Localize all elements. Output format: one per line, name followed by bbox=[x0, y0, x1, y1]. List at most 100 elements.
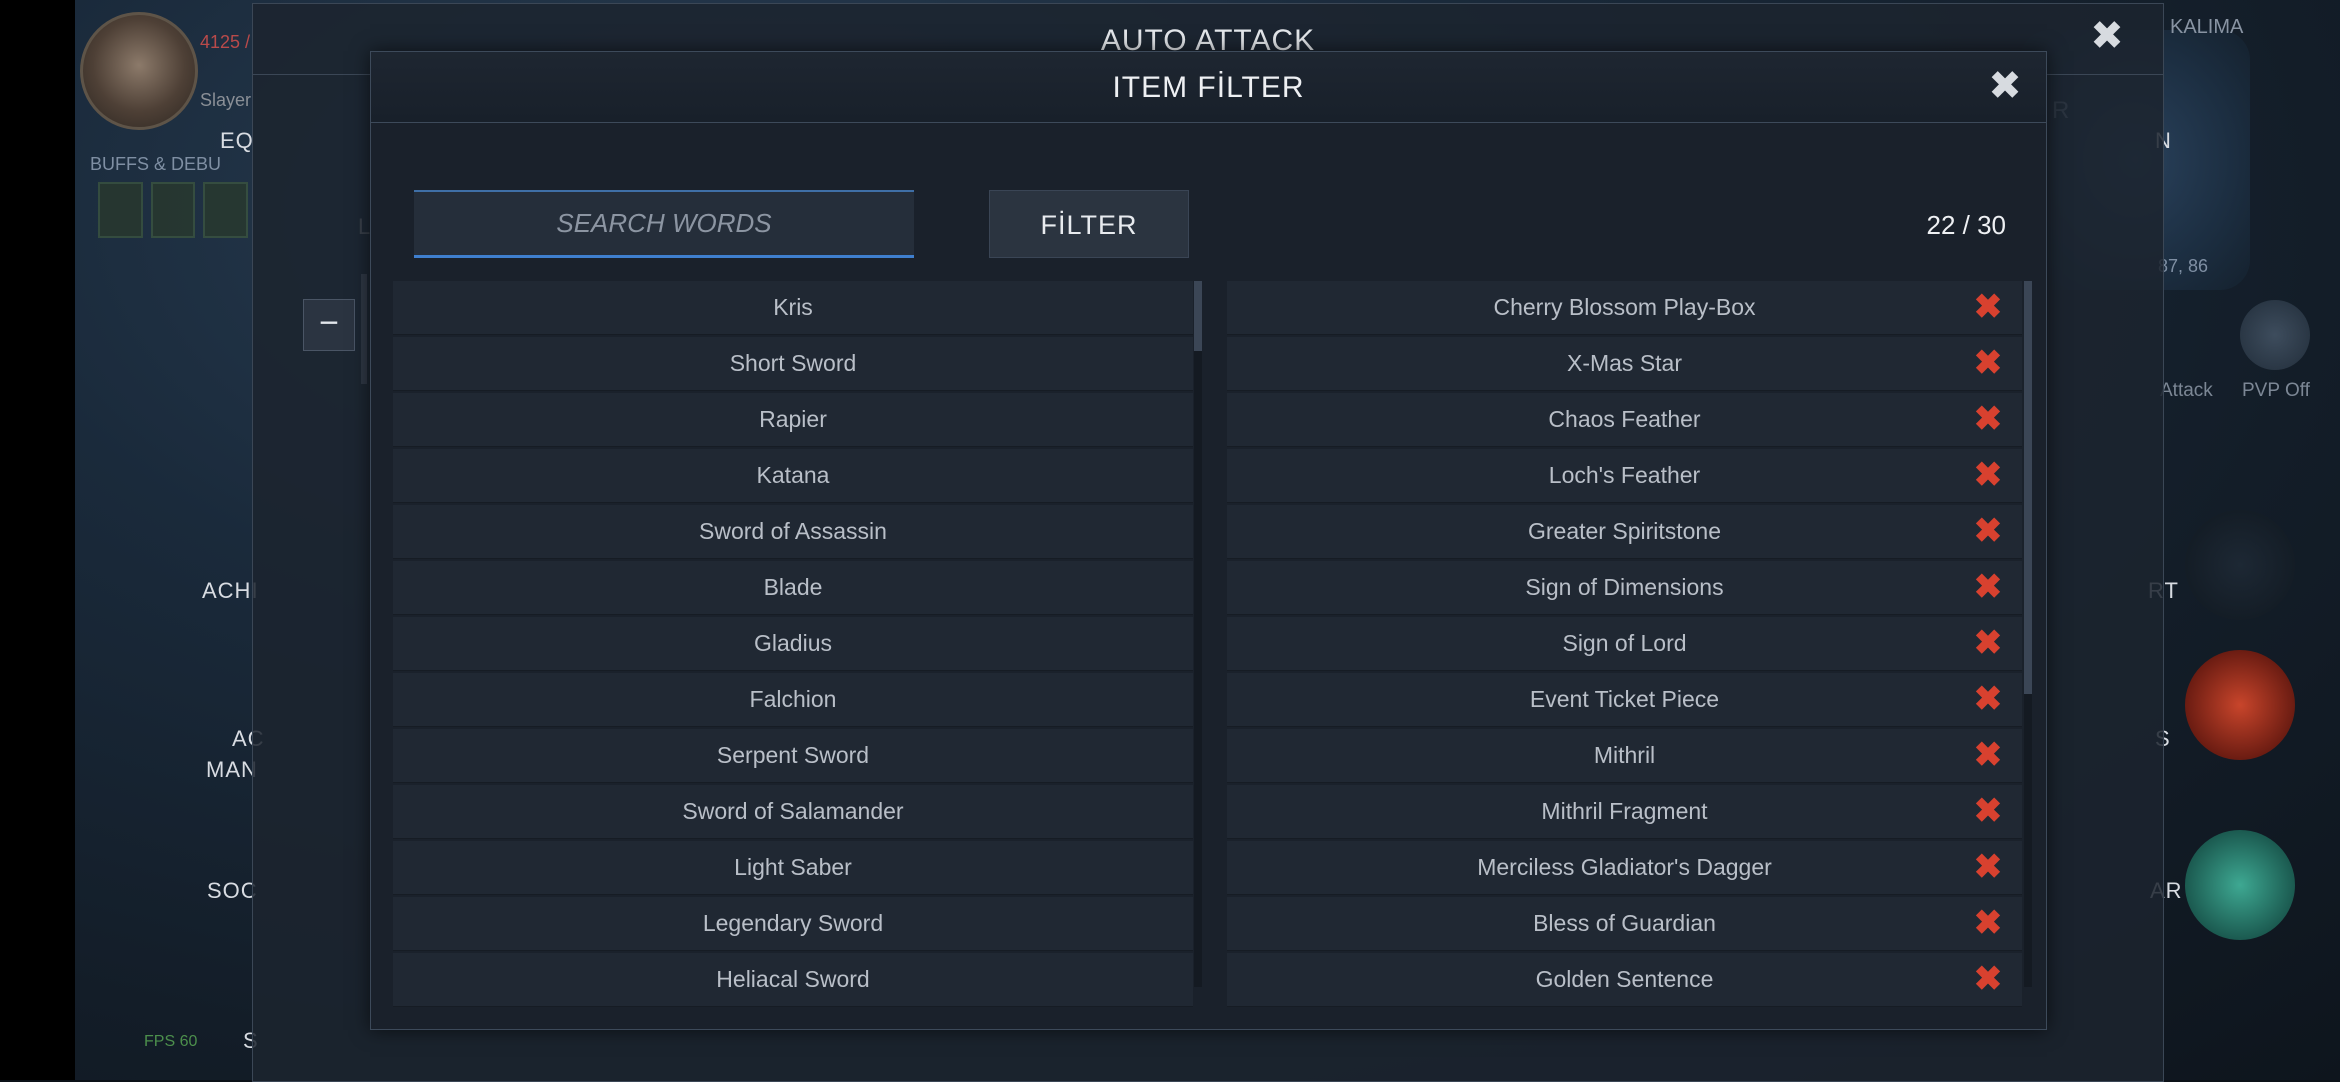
list-item[interactable]: Kris bbox=[393, 281, 1193, 335]
man-label: MAN bbox=[206, 757, 258, 782]
scrollbar-thumb[interactable] bbox=[2024, 281, 2032, 694]
item-label: Short Sword bbox=[729, 350, 857, 376]
item-label: Blade bbox=[763, 574, 823, 600]
item-label: Loch's Feather bbox=[1548, 462, 1701, 488]
skill-slot-empty[interactable] bbox=[2185, 510, 2295, 620]
item-label: Light Saber bbox=[734, 854, 852, 880]
auto-attack-label: Attack bbox=[2160, 380, 2213, 401]
list-item[interactable]: Mithril Fragment ✖ bbox=[1227, 785, 2022, 839]
list-item[interactable]: Legendary Sword bbox=[393, 897, 1193, 951]
list-item[interactable]: Loch's Feather ✖ bbox=[1227, 449, 2022, 503]
remove-icon[interactable]: ✖ bbox=[1972, 290, 2004, 324]
item-label: Sign of Lord bbox=[1562, 630, 1687, 656]
item-label: Heliacal Sword bbox=[716, 966, 870, 992]
remove-icon[interactable]: ✖ bbox=[1972, 682, 2004, 716]
close-icon[interactable]: ✖ bbox=[1982, 63, 2028, 109]
item-filter-panel: ITEM FİLTER ✖ FİLTER 22 / 30 Kris Short … bbox=[370, 51, 2047, 1030]
list-item[interactable]: Sign of Lord ✖ bbox=[1227, 617, 2022, 671]
remove-icon[interactable]: ✖ bbox=[1972, 458, 2004, 492]
list-item[interactable]: X-Mas Star ✖ bbox=[1227, 337, 2022, 391]
coords-label: 87, 86 bbox=[2158, 256, 2209, 276]
character-avatar[interactable] bbox=[80, 12, 198, 130]
item-label: Kris bbox=[773, 294, 813, 320]
item-filter-title-bar: ITEM FİLTER ✖ bbox=[371, 52, 2046, 123]
item-filter-title: ITEM FİLTER bbox=[1112, 71, 1305, 104]
item-label: Sign of Dimensions bbox=[1525, 574, 1724, 600]
filter-count: 22 / 30 bbox=[1926, 210, 2006, 240]
remove-icon[interactable]: ✖ bbox=[1972, 346, 2004, 380]
item-label: Merciless Gladiator's Dagger bbox=[1477, 854, 1772, 880]
filtered-list-scrollbar[interactable] bbox=[2024, 281, 2032, 987]
item-label: Greater Spiritstone bbox=[1527, 518, 1722, 544]
list-item[interactable]: Blade bbox=[393, 561, 1193, 615]
list-item[interactable]: Merciless Gladiator's Dagger ✖ bbox=[1227, 841, 2022, 895]
list-item[interactable]: Greater Spiritstone ✖ bbox=[1227, 505, 2022, 559]
pvp-label: PVP Off bbox=[2242, 380, 2310, 401]
list-item[interactable]: Sword of Assassin bbox=[393, 505, 1193, 559]
item-label: Bless of Guardian bbox=[1533, 910, 1716, 936]
list-item[interactable]: Falchion bbox=[393, 673, 1193, 727]
remove-icon[interactable]: ✖ bbox=[1972, 850, 2004, 884]
item-label: Event Ticket Piece bbox=[1529, 686, 1720, 712]
fps-label: FPS 60 bbox=[144, 1033, 198, 1050]
list-item[interactable]: Short Sword bbox=[393, 337, 1193, 391]
remove-icon[interactable]: ✖ bbox=[1972, 570, 2004, 604]
buffs-label: BUFFS & DEBU bbox=[90, 154, 222, 174]
item-label: Katana bbox=[756, 462, 830, 488]
buff-bar bbox=[98, 182, 249, 238]
list-item[interactable]: Serpent Sword bbox=[393, 729, 1193, 783]
list-item[interactable]: Cherry Blossom Play-Box ✖ bbox=[1227, 281, 2022, 335]
list-item[interactable]: Event Ticket Piece ✖ bbox=[1227, 673, 2022, 727]
item-label: Serpent Sword bbox=[716, 742, 870, 768]
class-text: Slayer bbox=[200, 90, 252, 110]
item-label: Mithril Fragment bbox=[1541, 798, 1708, 824]
list-item[interactable]: Rapier bbox=[393, 393, 1193, 447]
list-item[interactable]: Sword of Salamander bbox=[393, 785, 1193, 839]
remove-icon[interactable]: ✖ bbox=[1972, 514, 2004, 548]
list-item[interactable]: Katana bbox=[393, 449, 1193, 503]
item-label: X-Mas Star bbox=[1566, 350, 1683, 376]
collapse-button[interactable]: − bbox=[303, 299, 355, 351]
item-label: Mithril bbox=[1593, 742, 1656, 768]
skill-fire-icon[interactable] bbox=[2185, 650, 2295, 760]
list-item[interactable]: Bless of Guardian ✖ bbox=[1227, 897, 2022, 951]
list-item[interactable]: Heliacal Sword bbox=[393, 953, 1193, 1007]
list-item[interactable]: Light Saber bbox=[393, 841, 1193, 895]
search-input[interactable] bbox=[414, 190, 914, 258]
filtered-items-list[interactable]: Cherry Blossom Play-Box ✖ X-Mas Star ✖ Cha… bbox=[1227, 281, 2022, 1038]
scrollbar-thumb[interactable] bbox=[1194, 281, 1202, 351]
item-label: Gladius bbox=[754, 630, 832, 656]
social-label: SOC bbox=[207, 878, 258, 903]
list-item[interactable]: Gladius bbox=[393, 617, 1193, 671]
item-label: Golden Sentence bbox=[1535, 966, 1714, 992]
list-item[interactable]: Chaos Feather ✖ bbox=[1227, 393, 2022, 447]
remove-icon[interactable]: ✖ bbox=[1972, 906, 2004, 940]
item-label: Chaos Feather bbox=[1548, 406, 1701, 432]
item-label: Sword of Assassin bbox=[699, 518, 887, 544]
buff-slot[interactable] bbox=[98, 182, 143, 238]
letterbox-left bbox=[0, 0, 75, 1080]
item-label: Legendary Sword bbox=[702, 910, 884, 936]
item-label: Falchion bbox=[749, 686, 837, 712]
remove-icon[interactable]: ✖ bbox=[1972, 738, 2004, 772]
list-item[interactable]: Mithril ✖ bbox=[1227, 729, 2022, 783]
available-list-scrollbar[interactable] bbox=[1194, 281, 1202, 987]
available-items-list[interactable]: Kris Short Sword Rapier Katana Sword of … bbox=[393, 281, 1193, 1038]
hp-text: 4125 / bbox=[200, 32, 251, 52]
item-label: Cherry Blossom Play-Box bbox=[1493, 294, 1756, 320]
remove-icon[interactable]: ✖ bbox=[1972, 794, 2004, 828]
item-label: Sword of Salamander bbox=[682, 798, 904, 824]
buff-slot[interactable] bbox=[150, 182, 196, 238]
outer-scrollbar[interactable] bbox=[361, 274, 367, 384]
pvp-icon[interactable] bbox=[2240, 300, 2310, 370]
remove-icon[interactable]: ✖ bbox=[1972, 962, 2004, 996]
skill-wind-icon[interactable] bbox=[2185, 830, 2295, 940]
close-icon[interactable]: ✖ bbox=[2085, 14, 2129, 58]
list-item[interactable]: Golden Sentence ✖ bbox=[1227, 953, 2022, 1007]
list-item[interactable]: Sign of Dimensions ✖ bbox=[1227, 561, 2022, 615]
buff-slot[interactable] bbox=[203, 182, 249, 238]
remove-icon[interactable]: ✖ bbox=[1972, 402, 2004, 436]
remove-icon[interactable]: ✖ bbox=[1972, 626, 2004, 660]
map-name-label: KALIMA bbox=[2170, 16, 2244, 38]
filter-button[interactable]: FİLTER bbox=[989, 190, 1189, 258]
